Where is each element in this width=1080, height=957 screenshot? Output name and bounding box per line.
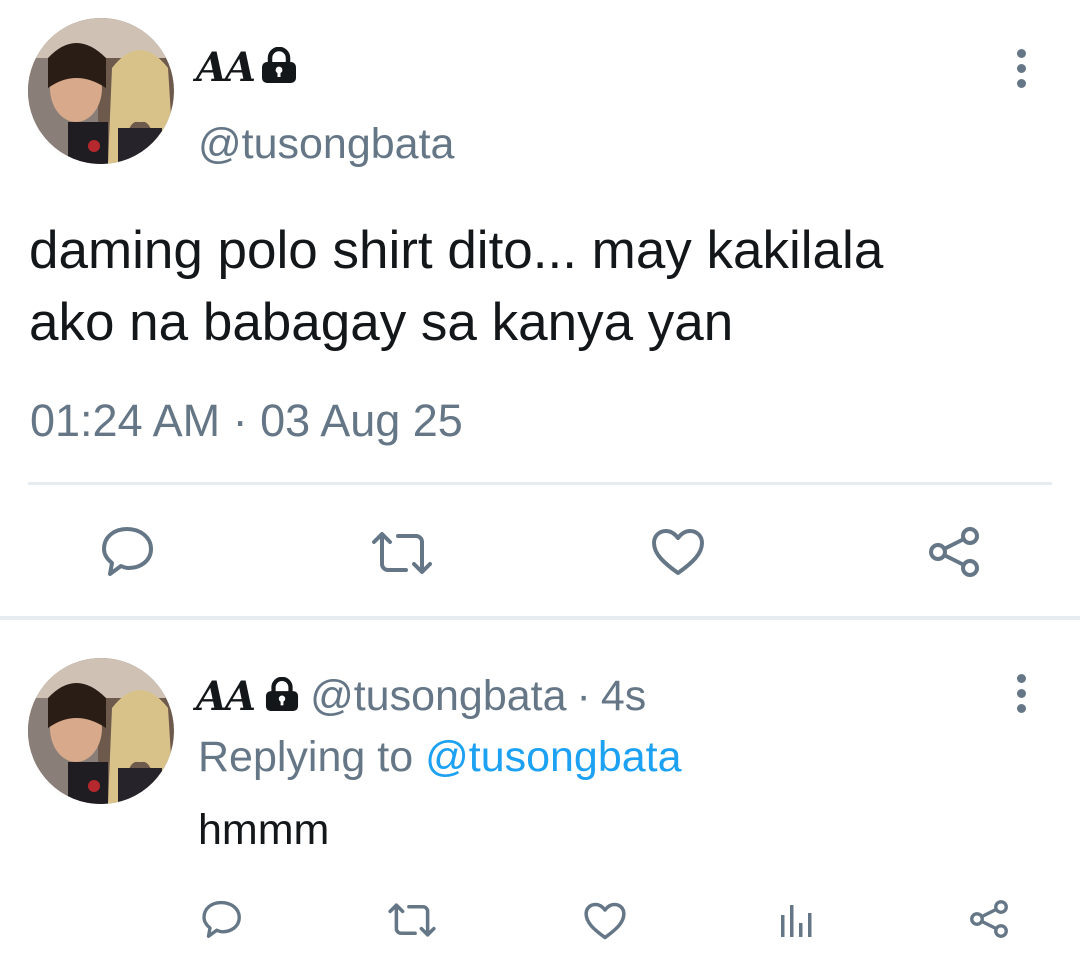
lock-icon (260, 46, 298, 88)
like-button[interactable] (650, 527, 706, 577)
reply-separator: · (576, 671, 591, 720)
reply-button[interactable] (100, 525, 156, 577)
reply-icon (202, 900, 241, 938)
share-icon (970, 900, 1008, 938)
like-icon (584, 902, 626, 940)
reply-handle[interactable]: @tusongbata (310, 672, 566, 721)
retweet-icon (372, 532, 432, 574)
replying-to-label: Replying to (198, 733, 414, 781)
display-name[interactable]: AA (196, 44, 256, 91)
analytics-button[interactable] (778, 901, 816, 939)
reply-retweet-button[interactable] (387, 902, 437, 938)
reply-avatar[interactable] (28, 658, 174, 804)
reply-share-button[interactable] (968, 898, 1010, 940)
reply-display-name[interactable]: AA (196, 673, 256, 720)
more-options-icon[interactable] (1006, 43, 1036, 93)
reply-header: AA @tusongbata · 4s (196, 670, 646, 722)
divider (28, 482, 1052, 485)
lock-icon (264, 676, 300, 716)
reply-reply-button[interactable] (201, 899, 243, 939)
avatar[interactable] (28, 18, 174, 164)
section-divider (0, 616, 1080, 620)
reply-text: hmmm (198, 806, 330, 854)
share-button[interactable] (926, 524, 982, 580)
avatar-photo (28, 658, 174, 804)
tweet-text-line: ako na babagay sa kanya yan (29, 293, 734, 352)
retweet-button[interactable] (370, 530, 434, 576)
replying-to: Replying to @tusongbata (198, 730, 682, 784)
display-name-row: AA (196, 42, 298, 92)
reply-like-button[interactable] (583, 901, 627, 941)
share-icon (929, 527, 979, 577)
analytics-icon (781, 905, 812, 937)
reply-icon (102, 527, 153, 576)
handle[interactable]: @tusongbata (198, 118, 454, 170)
replying-to-link[interactable]: @tusongbata (425, 733, 681, 781)
like-icon (652, 529, 704, 575)
tweet-text: daming polo shirt dito... may kakilala a… (29, 215, 883, 359)
tweet-text-line: daming polo shirt dito... may kakilala (29, 221, 884, 280)
timestamp[interactable]: 01:24 AM · 03 Aug 25 (30, 393, 463, 449)
reply-more-options-icon[interactable] (1006, 668, 1036, 718)
avatar-photo (28, 18, 174, 164)
retweet-icon (388, 903, 436, 937)
reply-age[interactable]: 4s (601, 672, 646, 721)
